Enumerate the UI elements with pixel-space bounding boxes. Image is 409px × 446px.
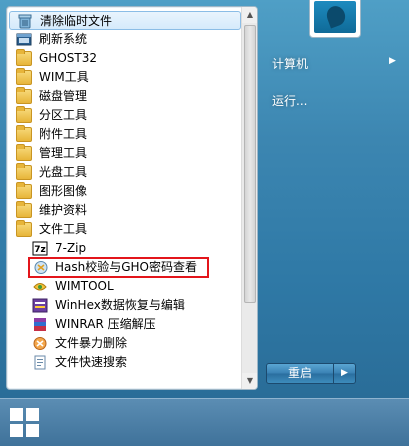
delete-icon [33,337,47,350]
program-item-file-tools[interactable]: 文件工具 [7,220,243,239]
program-item-disk-management[interactable]: 磁盘管理 [7,87,243,106]
program-label: GHOST32 [39,51,97,65]
program-label: 文件工具 [39,222,88,236]
start-menu: 清除临时文件 刷新系统 GHOST32 WIM工具 磁盘管理 分区工具 附件工具… [0,0,409,398]
program-label: WinHex数据恢复与编辑 [55,298,185,312]
scroll-up-arrow-icon[interactable]: ▲ [242,7,257,23]
windows-logo-icon [10,408,23,421]
restart-button[interactable]: 重启 [266,363,334,384]
program-item-maintenance-docs[interactable]: 维护资料 [7,201,243,220]
program-label: 文件快速搜索 [55,355,128,369]
winrar-icon [34,318,46,331]
program-label: WIM工具 [39,70,89,84]
program-label: Hash校验与GHO密码查看 [55,260,198,274]
right-item-computer[interactable]: 计算机 [272,55,308,72]
scroll-down-arrow-icon[interactable]: ▼ [242,373,257,389]
folder-icon [16,220,32,237]
search-file-icon [34,355,46,370]
folder-icon [16,87,32,104]
hash-icon [34,261,48,274]
start-button[interactable] [10,408,40,438]
svg-text:7z: 7z [34,245,46,255]
program-item-wim-tools[interactable]: WIM工具 [7,68,243,87]
program-label: 7-Zip [55,241,87,255]
chevron-right-icon: ▶ [389,56,396,66]
program-item-7zip[interactable]: 7z 7-Zip [7,239,243,258]
7zip-icon: 7z [32,241,48,256]
wimtool-icon [33,283,47,291]
folder-icon [16,68,32,85]
recycle-icon [18,14,32,29]
taskbar [0,398,409,446]
program-item-winrar[interactable]: WINRAR 压缩解压 [7,315,243,334]
program-label: 维护资料 [39,203,88,217]
program-item-partition-tools[interactable]: 分区工具 [7,106,243,125]
program-label: WINRAR 压缩解压 [55,317,156,331]
program-item-force-delete[interactable]: 文件暴力删除 [7,334,243,353]
program-label: 管理工具 [39,146,88,160]
program-label: 磁盘管理 [39,89,88,103]
program-label: 分区工具 [39,108,88,122]
programs-list: 清除临时文件 刷新系统 GHOST32 WIM工具 磁盘管理 分区工具 附件工具… [7,11,243,372]
program-item-wimtool[interactable]: WIMTOOL [7,277,243,296]
program-item-clear-temp[interactable]: 清除临时文件 [9,11,241,30]
folder-icon [16,125,32,142]
program-label: 图形图像 [39,184,88,198]
program-item-hash-gho[interactable]: Hash校验与GHO密码查看 [28,257,209,278]
folder-icon [16,163,32,180]
program-item-graphics[interactable]: 图形图像 [7,182,243,201]
program-item-winhex[interactable]: WinHex数据恢复与编辑 [7,296,243,315]
window-icon [16,33,32,46]
program-label: 光盘工具 [39,165,88,179]
folder-icon [16,106,32,123]
program-item-admin-tools[interactable]: 管理工具 [7,144,243,163]
folder-icon [16,182,32,199]
folder-icon [16,201,32,218]
program-label: 附件工具 [39,127,88,141]
winhex-icon [32,298,48,313]
user-picture[interactable] [309,0,361,38]
program-item-ghost32[interactable]: GHOST32 [7,49,243,68]
program-item-refresh-system[interactable]: 刷新系统 [7,30,243,49]
program-item-quick-search[interactable]: 文件快速搜索 [7,353,243,372]
programs-scrollbar[interactable]: ▲ ▼ [241,7,257,389]
program-label: 清除临时文件 [40,14,113,28]
program-label: WIMTOOL [55,279,114,293]
user-avatar [314,1,356,33]
program-item-disc-tools[interactable]: 光盘工具 [7,163,243,182]
programs-pane: 清除临时文件 刷新系统 GHOST32 WIM工具 磁盘管理 分区工具 附件工具… [6,6,258,390]
folder-icon [16,49,32,66]
program-label: 刷新系统 [39,32,88,46]
program-item-accessory-tools[interactable]: 附件工具 [7,125,243,144]
scrollbar-thumb[interactable] [244,25,256,303]
shutdown-options-arrow-icon[interactable]: ▶ [334,363,356,384]
right-item-run[interactable]: 运行... [272,92,307,109]
folder-icon [16,144,32,161]
program-label: 文件暴力删除 [55,336,128,350]
